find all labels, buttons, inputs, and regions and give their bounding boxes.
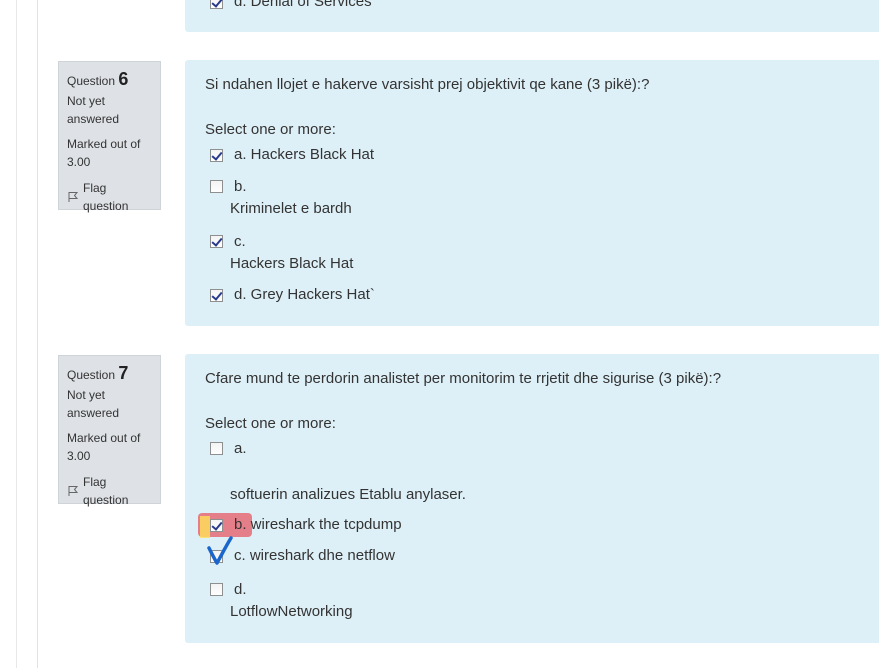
q6-option-b-label: b. <box>234 178 247 195</box>
question-num: 7 <box>118 363 129 383</box>
q7-option-d-label: d. <box>234 581 247 598</box>
checkbox[interactable] <box>210 180 223 193</box>
checkbox[interactable] <box>210 149 223 162</box>
question-num: 6 <box>118 69 129 89</box>
q7-option-a-text: softuerin analizues Etablu anylaser. <box>230 486 466 503</box>
question-5-content: d. Denial of Services <box>185 0 879 32</box>
q6-option-c-label: c. <box>234 233 246 250</box>
highlight-annotation-yellow <box>200 516 210 538</box>
question-state: Not yet answered <box>67 94 120 126</box>
flag-question-label: Flag question <box>83 475 129 507</box>
question-6-content: Si ndahen llojet e hakerve varsisht prej… <box>185 60 879 326</box>
q5-option-d-label: d. Denial of Services <box>234 0 372 10</box>
question-6-prompt: Select one or more: <box>205 121 336 138</box>
question-state: Not yet answered <box>67 388 120 420</box>
q6-option-d-label: d. Grey Hackers Hat` <box>234 286 375 303</box>
page-border-left <box>16 0 17 668</box>
question-7-content: Cfare mund te perdorin analistet per mon… <box>185 354 879 643</box>
question-grade: Marked out of 3.00 <box>67 137 141 169</box>
flag-question-button[interactable]: Flag question <box>67 473 152 509</box>
question-6-text: Si ndahen llojet e hakerve varsisht prej… <box>205 76 650 93</box>
question-label: Question <box>67 368 116 382</box>
question-grade: Marked out of 3.00 <box>67 431 141 463</box>
checkbox[interactable] <box>210 289 223 302</box>
q7-option-d-text: LotflowNetworking <box>230 603 353 620</box>
q7-option-c-label: c. wireshark dhe netflow <box>234 547 395 564</box>
checkbox[interactable] <box>210 519 223 532</box>
q6-option-a-label: a. Hackers Black Hat <box>234 146 375 163</box>
checkmark-annotation-icon <box>207 536 235 570</box>
q6-option-c-text: Hackers Black Hat <box>230 255 354 272</box>
checkbox[interactable] <box>210 0 223 9</box>
question-7-info: Question 7 Not yet answered Marked out o… <box>58 355 161 507</box>
checkbox[interactable] <box>210 583 223 596</box>
question-7-text: Cfare mund te perdorin analistet per mon… <box>205 370 722 387</box>
question-label: Question <box>67 74 116 88</box>
question-number: Question 6 <box>67 70 152 90</box>
flag-icon <box>67 485 79 497</box>
checkbox[interactable] <box>210 235 223 248</box>
flag-question-label: Flag question <box>83 181 129 213</box>
q7-option-b-label: b. wireshark the tcpdump <box>234 516 402 533</box>
question-number: Question 7 <box>67 364 152 384</box>
question-6-info: Question 6 Not yet answered Marked out o… <box>58 61 161 213</box>
flag-question-button[interactable]: Flag question <box>67 179 152 215</box>
question-7-prompt: Select one or more: <box>205 415 336 432</box>
page-border-inner <box>37 0 38 668</box>
flag-icon <box>67 191 79 203</box>
q7-option-a-label: a. <box>234 440 247 457</box>
q6-option-b-text: Kriminelet e bardh <box>230 200 352 217</box>
checkbox[interactable] <box>210 442 223 455</box>
